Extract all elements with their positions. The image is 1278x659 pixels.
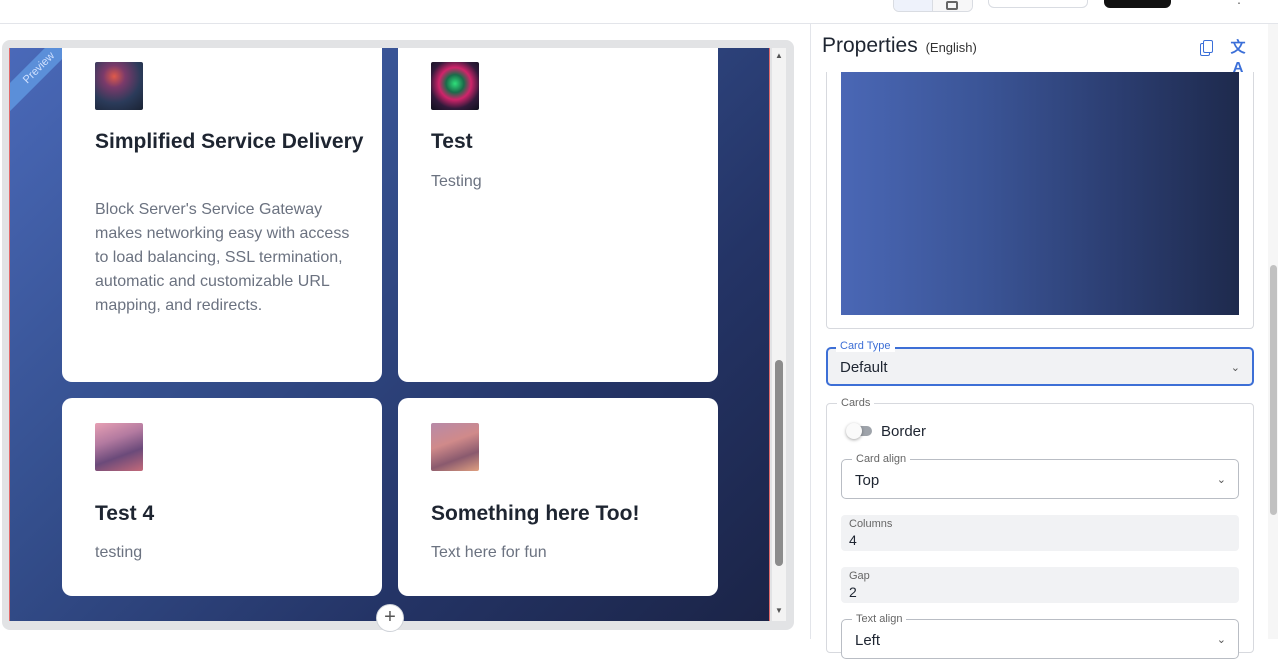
cards-group-label: Cards — [837, 397, 875, 409]
card-title: Simplified Service Delivery — [95, 130, 364, 153]
border-toggle[interactable] — [846, 423, 874, 439]
border-label: Border — [881, 423, 927, 440]
translate-icon[interactable]: 文A — [1228, 38, 1248, 76]
gap-value[interactable]: 2 — [849, 584, 857, 600]
background-gradient-swatch[interactable] — [841, 72, 1239, 315]
space-image — [95, 62, 143, 110]
card-type-value: Default — [840, 359, 888, 376]
card-align-select[interactable]: Card align Top ⌄ — [841, 453, 1239, 499]
card-text: testing — [95, 544, 143, 561]
card-title: Test 4 — [95, 502, 155, 525]
panel-title: Properties (English) — [822, 34, 977, 58]
card[interactable]: Test 4 testing — [62, 398, 382, 596]
panel-language: (English) — [925, 40, 977, 55]
mobile-view-button[interactable] — [933, 0, 972, 11]
scroll-down-icon[interactable]: ▼ — [775, 606, 783, 615]
columns-field[interactable]: Columns 4 — [841, 515, 1239, 551]
card[interactable]: Test Testing — [398, 48, 718, 382]
scroll-up-icon[interactable]: ▲ — [775, 51, 783, 60]
card[interactable]: Something here Too! Text here for fun — [398, 398, 718, 596]
card-type-label: Card Type — [836, 340, 895, 352]
card-text: Text here for fun — [431, 544, 547, 561]
card-align-label: Card align — [852, 453, 911, 465]
view-mode-toggle[interactable] — [893, 0, 973, 12]
card-type-select[interactable]: Card Type Default ⌄ — [826, 340, 1254, 386]
more-menu-icon[interactable]: ⋮ — [1232, 0, 1246, 6]
text-align-label: Text align — [852, 613, 907, 625]
gap-field[interactable]: Gap 2 — [841, 567, 1239, 603]
chevron-down-icon: ⌄ — [1230, 362, 1240, 374]
card-title: Something here Too! — [431, 502, 640, 525]
top-toolbar: ⋮ — [0, 0, 1278, 24]
copy-icon[interactable] — [1198, 38, 1218, 58]
panel-scroll-thumb[interactable] — [1270, 265, 1277, 515]
desert-rider-image — [431, 423, 479, 471]
chevron-down-icon: ⌄ — [1216, 634, 1226, 646]
add-section-button[interactable]: + — [376, 604, 404, 632]
toggle-knob — [846, 423, 862, 439]
columns-value[interactable]: 4 — [849, 532, 857, 548]
columns-label: Columns — [849, 518, 893, 530]
text-align-value: Left — [855, 632, 881, 649]
card-text: Testing — [431, 173, 482, 190]
chevron-down-icon: ⌄ — [1216, 474, 1226, 486]
primary-action-button[interactable] — [1104, 0, 1171, 8]
device-icon — [946, 1, 959, 10]
panel-divider — [810, 24, 811, 639]
fantasy-figure-image — [95, 423, 143, 471]
card-text: Block Server's Service Gateway makes net… — [95, 201, 350, 314]
card[interactable]: Simplified Service Delivery Block Server… — [62, 48, 382, 382]
text-align-select[interactable]: Text align Left ⌄ — [841, 613, 1239, 659]
secondary-action-button[interactable] — [988, 0, 1088, 8]
gap-label: Gap — [849, 570, 870, 582]
card-align-value: Top — [855, 472, 880, 489]
panel-title-text: Properties — [822, 34, 918, 57]
preview-canvas: Preview Simplified Service Delivery Bloc… — [9, 48, 770, 621]
desktop-view-button[interactable] — [894, 0, 934, 11]
preview-scroll-thumb[interactable] — [775, 360, 783, 566]
neon-triangle-image — [431, 62, 479, 110]
card-title: Test — [431, 130, 473, 153]
